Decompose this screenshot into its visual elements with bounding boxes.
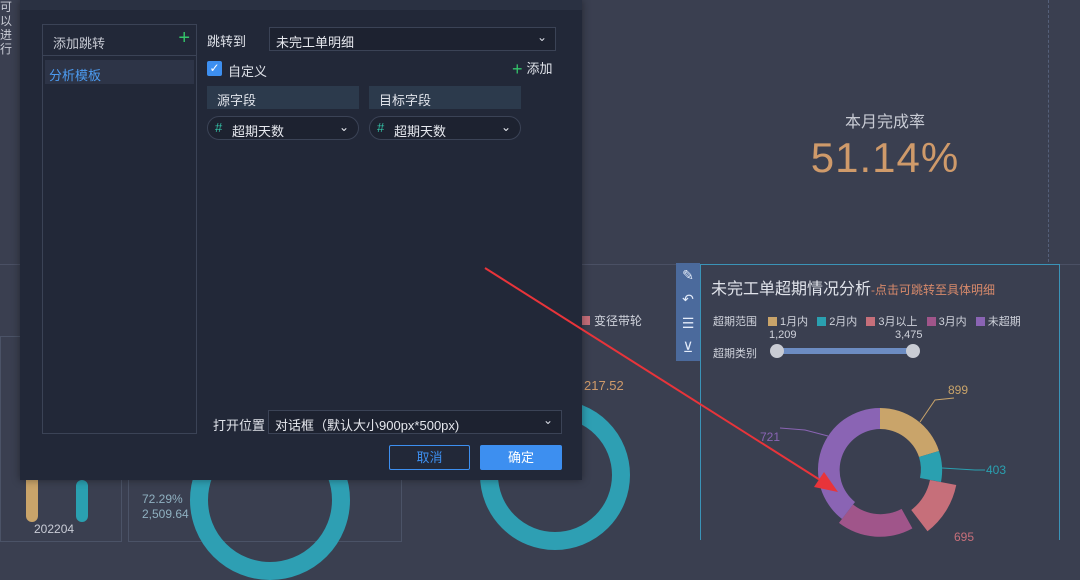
chevron-down-icon: ⌄ xyxy=(500,120,511,134)
jump-to-label: 跳转到 xyxy=(207,34,247,49)
source-field-header: 源字段 xyxy=(207,86,359,109)
number-field-icon: # xyxy=(215,120,223,135)
middle-donut-label: 72.29% 2,509.64 xyxy=(142,492,189,522)
fragment-line-1: 可以 xyxy=(0,0,13,28)
dialog-header xyxy=(20,0,582,10)
target-field-header-label: 目标字段 xyxy=(379,93,432,108)
collapse-icon[interactable]: ⊻ xyxy=(676,335,700,359)
sidebar-item-analysis-template[interactable]: 分析模板 xyxy=(45,60,194,84)
jump-list-sidebar: 添加跳转 + 分析模板 xyxy=(42,24,197,434)
source-field-value: 超期天数 xyxy=(232,124,285,139)
donut-slice-3[interactable] xyxy=(911,480,957,532)
middle-donut-value: 217.52 xyxy=(584,378,624,393)
jump-to-value: 未完工单明细 xyxy=(276,35,355,50)
sidebar-header-label: 添加跳转 xyxy=(53,36,106,51)
middle-value: 2,509.64 xyxy=(142,507,189,521)
donut-slice-4[interactable] xyxy=(838,504,913,537)
open-position-label: 打开位置 xyxy=(213,418,266,433)
kpi-value: 51.14% xyxy=(810,134,960,181)
label-line-1 xyxy=(919,397,955,423)
kpi-title: 本月完成率 xyxy=(844,114,925,131)
left-x-label: 202204 xyxy=(34,522,75,536)
edit-icon[interactable]: ✎ xyxy=(676,263,700,287)
open-position-select[interactable]: 对话框（默认大小900px*500px) ⌄ xyxy=(268,410,562,434)
confirm-button[interactable]: 确定 xyxy=(480,445,562,470)
left-bar-2 xyxy=(76,480,88,522)
donut-label-1: 899 xyxy=(948,383,969,397)
chart-toolbar: ✎ ↶ ☰ ⊻ xyxy=(676,263,700,361)
comment-icon[interactable]: ☰ xyxy=(676,311,700,335)
add-field-button[interactable]: + 添加 xyxy=(512,58,553,80)
source-field-header-label: 源字段 xyxy=(217,93,257,108)
jump-settings-dialog: 添加跳转 + 分析模板 跳转到 未完工单明细 ⌄ ✓ 自定义 + 添加 源字段 目… xyxy=(20,0,582,480)
background-text-fragment: 可以 进行 xyxy=(0,0,20,56)
undo-icon[interactable]: ↶ xyxy=(676,287,700,311)
legend-fragment: 变径带轮 xyxy=(581,312,642,329)
custom-label: 自定义 xyxy=(228,64,268,79)
open-position-value: 对话框（默认大小900px*500px) xyxy=(275,418,460,433)
number-field-icon: # xyxy=(377,120,385,135)
panel-divider xyxy=(1048,0,1050,262)
donut-label-2: 403 xyxy=(986,463,1007,477)
legend-swatch xyxy=(581,316,590,325)
plus-icon: + xyxy=(512,59,523,79)
donut-label-3: 695 xyxy=(954,530,975,544)
donut-slice-1[interactable] xyxy=(880,408,939,457)
add-jump-icon[interactable]: + xyxy=(178,28,190,48)
sidebar-item-label: 分析模板 xyxy=(49,68,102,83)
add-field-label: 添加 xyxy=(526,61,553,76)
jump-to-select[interactable]: 未完工单明细 ⌄ xyxy=(269,27,556,51)
kpi-card: 本月完成率 51.14% xyxy=(780,108,990,182)
chevron-down-icon: ⌄ xyxy=(536,30,547,44)
target-field-select[interactable]: # 超期天数 ⌄ xyxy=(369,116,521,140)
chevron-down-icon: ⌄ xyxy=(542,413,553,427)
overdue-donut-chart[interactable] xyxy=(700,264,1060,540)
cancel-button[interactable]: 取消 xyxy=(389,445,470,470)
middle-pct: 72.29% xyxy=(142,492,183,506)
label-line-4 xyxy=(779,427,829,437)
fragment-line-2: 进行 xyxy=(0,28,13,56)
target-field-header: 目标字段 xyxy=(369,86,521,109)
custom-checkbox[interactable]: ✓ xyxy=(207,61,222,76)
label-line-2 xyxy=(941,467,985,471)
donut-slice-5[interactable] xyxy=(817,408,880,519)
target-field-value: 超期天数 xyxy=(394,124,447,139)
donut-label-4: 721 xyxy=(760,430,781,444)
legend-fragment-label: 变径带轮 xyxy=(594,314,643,328)
chevron-down-icon: ⌄ xyxy=(338,120,349,134)
source-field-select[interactable]: # 超期天数 ⌄ xyxy=(207,116,359,140)
sidebar-header: 添加跳转 + xyxy=(43,25,196,56)
